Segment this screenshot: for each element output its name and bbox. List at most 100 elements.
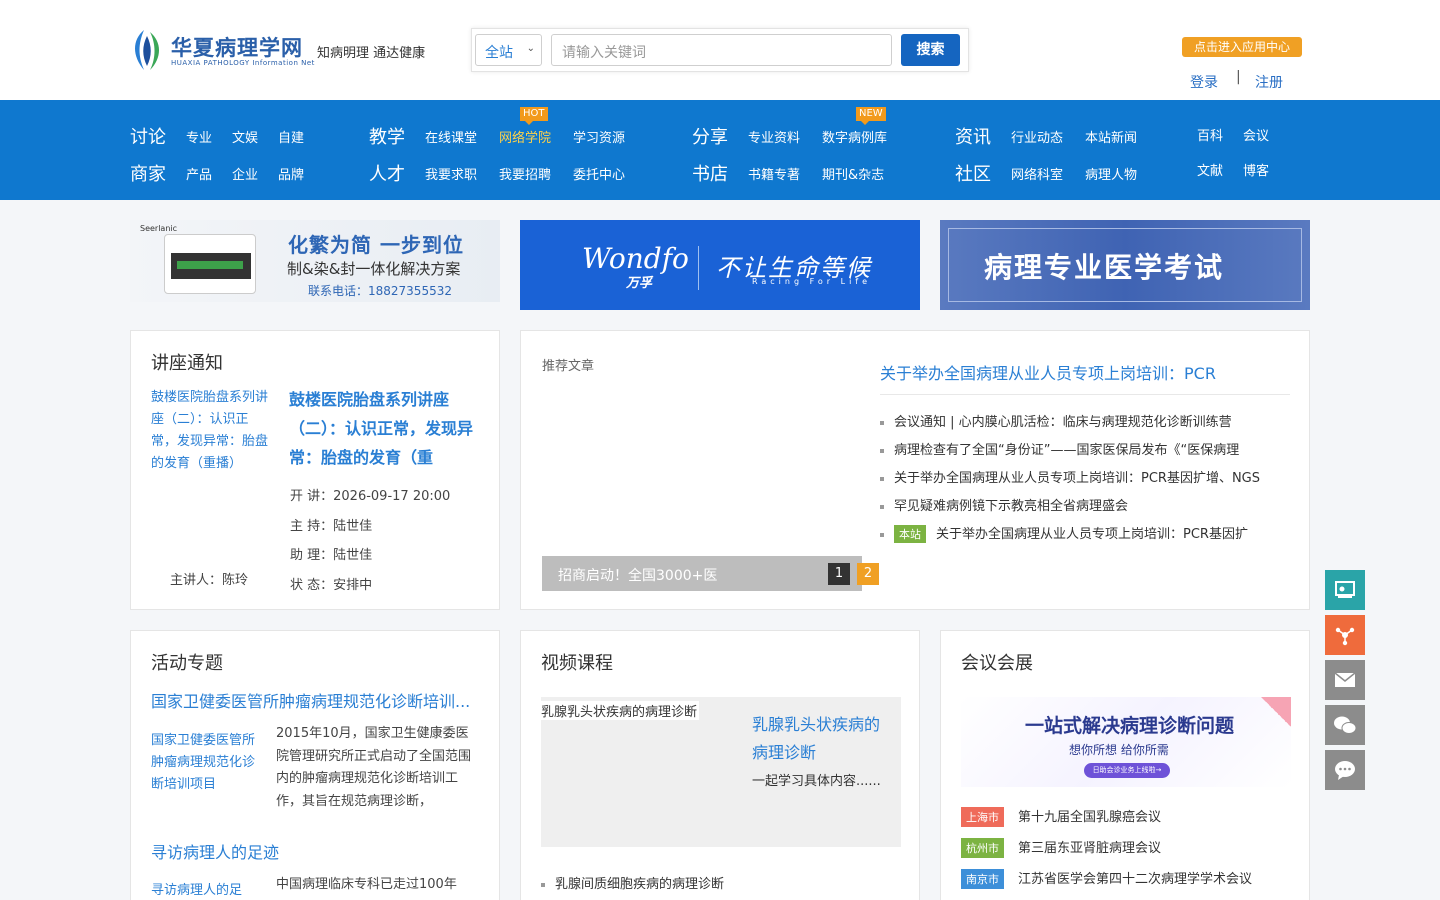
nav-community[interactable]: 社区 [955, 160, 991, 186]
login-register-separator: | [1236, 69, 1241, 85]
top-header: 华夏病理学网 HUAXIA PATHOLOGY Information Net … [0, 0, 1440, 100]
conference-item[interactable]: 上海市 第十九届全国乳腺癌会议 [961, 806, 1161, 827]
nav-share[interactable]: 分享 [692, 123, 728, 149]
banner-pill: 日助会诊业务上线啦→ [1084, 763, 1170, 778]
chevron-down-icon: ⌄ [526, 43, 535, 54]
nav-sub-industry[interactable]: 行业动态 [1011, 127, 1063, 146]
lecture-left-link[interactable]: 鼓楼医院胎盘系列讲座（二）：认识正常，发现异常：胎盘的发育（重播） [151, 387, 271, 475]
conference-item[interactable]: 南京市 江苏省医学会第四十二次病理学学术会议 [961, 868, 1252, 889]
hot-badge: HOT [520, 107, 548, 125]
nav-sub-web-dept[interactable]: 网络科室 [1011, 164, 1063, 183]
nav-sub-site-news[interactable]: 本站新闻 [1085, 127, 1137, 146]
nav-sub-professional[interactable]: 专业 [186, 127, 212, 146]
banner-title: 一站式解决病理诊断问题 [1025, 715, 1235, 737]
nav-sub-entertainment[interactable]: 文娱 [232, 127, 258, 146]
lecture-speaker: 主讲人：陈玲 [170, 573, 249, 588]
panel-heading: 讲座通知 [151, 353, 223, 374]
slide-caption-bar[interactable]: 招商启动！全国3000+医 1 2 [542, 556, 879, 591]
banner-wondfo[interactable]: Wondfo 万孚 不让生命等候 Racing For Life [520, 220, 920, 310]
share-network-icon[interactable] [1325, 615, 1365, 655]
video-title[interactable]: 乳腺乳头状疾病的病理诊断 [752, 711, 892, 767]
nav-sub-online-class[interactable]: 在线课堂 [425, 127, 477, 146]
nav-sub-learning-resources[interactable]: 学习资源 [573, 127, 625, 146]
banner-phone: 联系电话：18827355532 [308, 284, 452, 298]
lecture-title-link[interactable]: 鼓楼医院胎盘系列讲座（二）：认识正常，发现异常：胎盘的发育（重 [289, 385, 479, 472]
nav-sub-self-built[interactable]: 自建 [278, 127, 304, 146]
leaf-logo-icon [135, 30, 159, 70]
nav-sub-books[interactable]: 书籍专著 [748, 164, 800, 183]
search-scope-select[interactable]: 全站 ⌄ [475, 34, 542, 66]
lecture-host: 主 持：陆世佳 [290, 519, 373, 534]
nav-sub-journals[interactable]: 期刊&杂志 [822, 164, 884, 183]
slide-page-1[interactable]: 1 [828, 563, 850, 585]
teacher-board-icon[interactable] [1325, 570, 1365, 610]
lecture-notice-panel: 讲座通知 鼓楼医院胎盘系列讲座（二）：认识正常，发现异常：胎盘的发育（重播） 鼓… [130, 330, 500, 610]
banner-subtitle: 制&染&封一体化解决方案 [287, 260, 461, 278]
search-button[interactable]: 搜索 [901, 34, 960, 66]
nav-sub-products[interactable]: 产品 [186, 164, 212, 183]
nav-merchants[interactable]: 商家 [130, 160, 166, 186]
nav-sub-pro-materials[interactable]: 专业资料 [748, 127, 800, 146]
banner-title: 病理专业医学考试 [984, 251, 1225, 284]
recommended-articles-panel: 推荐文章 招商启动！全国3000+医 1 2 关于举办全国病理从业人员专项上岗培… [520, 330, 1310, 610]
mail-icon[interactable] [1325, 660, 1365, 700]
list-item[interactable]: 病理检查有了全国“身份证”——国家医保局发布《“医保病理 [880, 439, 1239, 458]
video-card[interactable]: 乳腺乳头状疾病的病理诊断 乳腺乳头状疾病的病理诊断 一起学习具体内容...... [541, 697, 901, 847]
nav-meetings[interactable]: 会议 [1243, 125, 1269, 144]
divider [880, 394, 1290, 395]
nav-sub-digital-cases[interactable]: 数字病例库 [822, 127, 887, 146]
city-tag: 上海市 [961, 807, 1004, 827]
conference-banner[interactable]: 一站式解决病理诊断问题 想你所想 给你所需 日助会诊业务上线啦→ [961, 697, 1291, 787]
nav-bookstore[interactable]: 书店 [692, 160, 728, 186]
app-center-button[interactable]: 点击进入应用中心 [1182, 37, 1302, 57]
nav-literature[interactable]: 文献 [1197, 160, 1223, 179]
banner-divider [698, 246, 699, 290]
nav-teaching[interactable]: 教学 [369, 123, 405, 149]
activity-summary: 中国病理临床专科已走过100年 [276, 877, 457, 892]
nav-blog[interactable]: 博客 [1243, 160, 1269, 179]
nav-sub-job-seek[interactable]: 我要求职 [425, 164, 477, 183]
list-item[interactable]: 乳腺间质细胞疾病的病理诊断 [541, 873, 724, 892]
wechat-icon[interactable] [1325, 705, 1365, 745]
list-item[interactable]: 罕见疑难病例镜下示教亮相全省病理盛会 [880, 495, 1128, 514]
banner-brand: Seerlanic [140, 224, 178, 233]
nav-sub-commission[interactable]: 委托中心 [573, 164, 625, 183]
main-nav: 讨论 专业 文娱 自建 教学 在线课堂 HOT 网络学院 学习资源 分享 专业资… [0, 100, 1440, 200]
slide-page-2[interactable]: 2 [857, 563, 879, 585]
register-link[interactable]: 注册 [1255, 72, 1283, 92]
recommend-label: 推荐文章 [542, 359, 595, 374]
nav-discussion[interactable]: 讨论 [130, 123, 166, 149]
chat-bubble-icon[interactable] [1325, 750, 1365, 790]
banner-seerlanic[interactable]: Seerlanic 化繁为简 一步到位 制&染&封一体化解决方案 联系电话：18… [130, 220, 500, 302]
nav-sub-companies[interactable]: 企业 [232, 164, 258, 183]
activity-left-link[interactable]: 寻访病理人的足 [151, 880, 261, 900]
list-item[interactable]: 关于举办全国病理从业人员专项上岗培训：PCR基因扩增、NGS [880, 467, 1260, 486]
nav-sub-web-academy[interactable]: 网络学院 [499, 127, 551, 146]
panel-heading: 活动专题 [151, 653, 223, 674]
video-courses-panel: 视频课程 乳腺乳头状疾病的病理诊断 乳腺乳头状疾病的病理诊断 一起学习具体内容.… [520, 630, 920, 900]
nav-sub-recruit[interactable]: 我要招聘 [499, 164, 551, 183]
recommend-headline[interactable]: 关于举办全国病理从业人员专项上岗培训：PCR [880, 360, 1216, 384]
city-tag: 杭州市 [961, 838, 1004, 858]
banner-exam[interactable]: 病理专业医学考试 [940, 220, 1310, 310]
slide-caption: 招商启动！全国3000+医 [558, 568, 718, 584]
activity-link[interactable]: 国家卫健委医管所肿瘤病理规范化诊断培训... [151, 688, 470, 712]
search-input[interactable]: 请输入关键词 [551, 34, 892, 66]
list-item[interactable]: 本站 关于举办全国病理从业人员专项上岗培训：PCR基因扩 [880, 523, 1248, 543]
nav-sub-brands[interactable]: 品牌 [278, 164, 304, 183]
nav-sub-people[interactable]: 病理人物 [1085, 164, 1137, 183]
lecture-assistant: 助 理：陆世佳 [290, 548, 373, 563]
conference-item[interactable]: 杭州市 第三届东亚肾脏病理会议 [961, 837, 1161, 858]
nav-encyclopedia[interactable]: 百科 [1197, 125, 1223, 144]
nav-talent[interactable]: 人才 [369, 160, 405, 186]
site-logo[interactable]: 华夏病理学网 HUAXIA PATHOLOGY Information Net [130, 28, 314, 72]
login-link[interactable]: 登录 [1190, 72, 1218, 92]
search-bar: 全站 ⌄ 请输入关键词 搜索 [471, 28, 969, 72]
nav-news[interactable]: 资讯 [955, 123, 991, 149]
activity-left-link[interactable]: 国家卫健委医管所肿瘤病理规范化诊断培训项目 [151, 730, 261, 796]
activity-link[interactable]: 寻访病理人的足迹 [151, 839, 279, 863]
banner-subtitle: 想你所想 给你所需 [1069, 743, 1169, 757]
logo-english-text: HUAXIA PATHOLOGY Information Net [171, 59, 315, 67]
stainer-machine-image [164, 234, 256, 294]
list-item[interactable]: 会议通知 | 心内膜心肌活检：临床与病理规范化诊断训练营 [880, 411, 1232, 430]
